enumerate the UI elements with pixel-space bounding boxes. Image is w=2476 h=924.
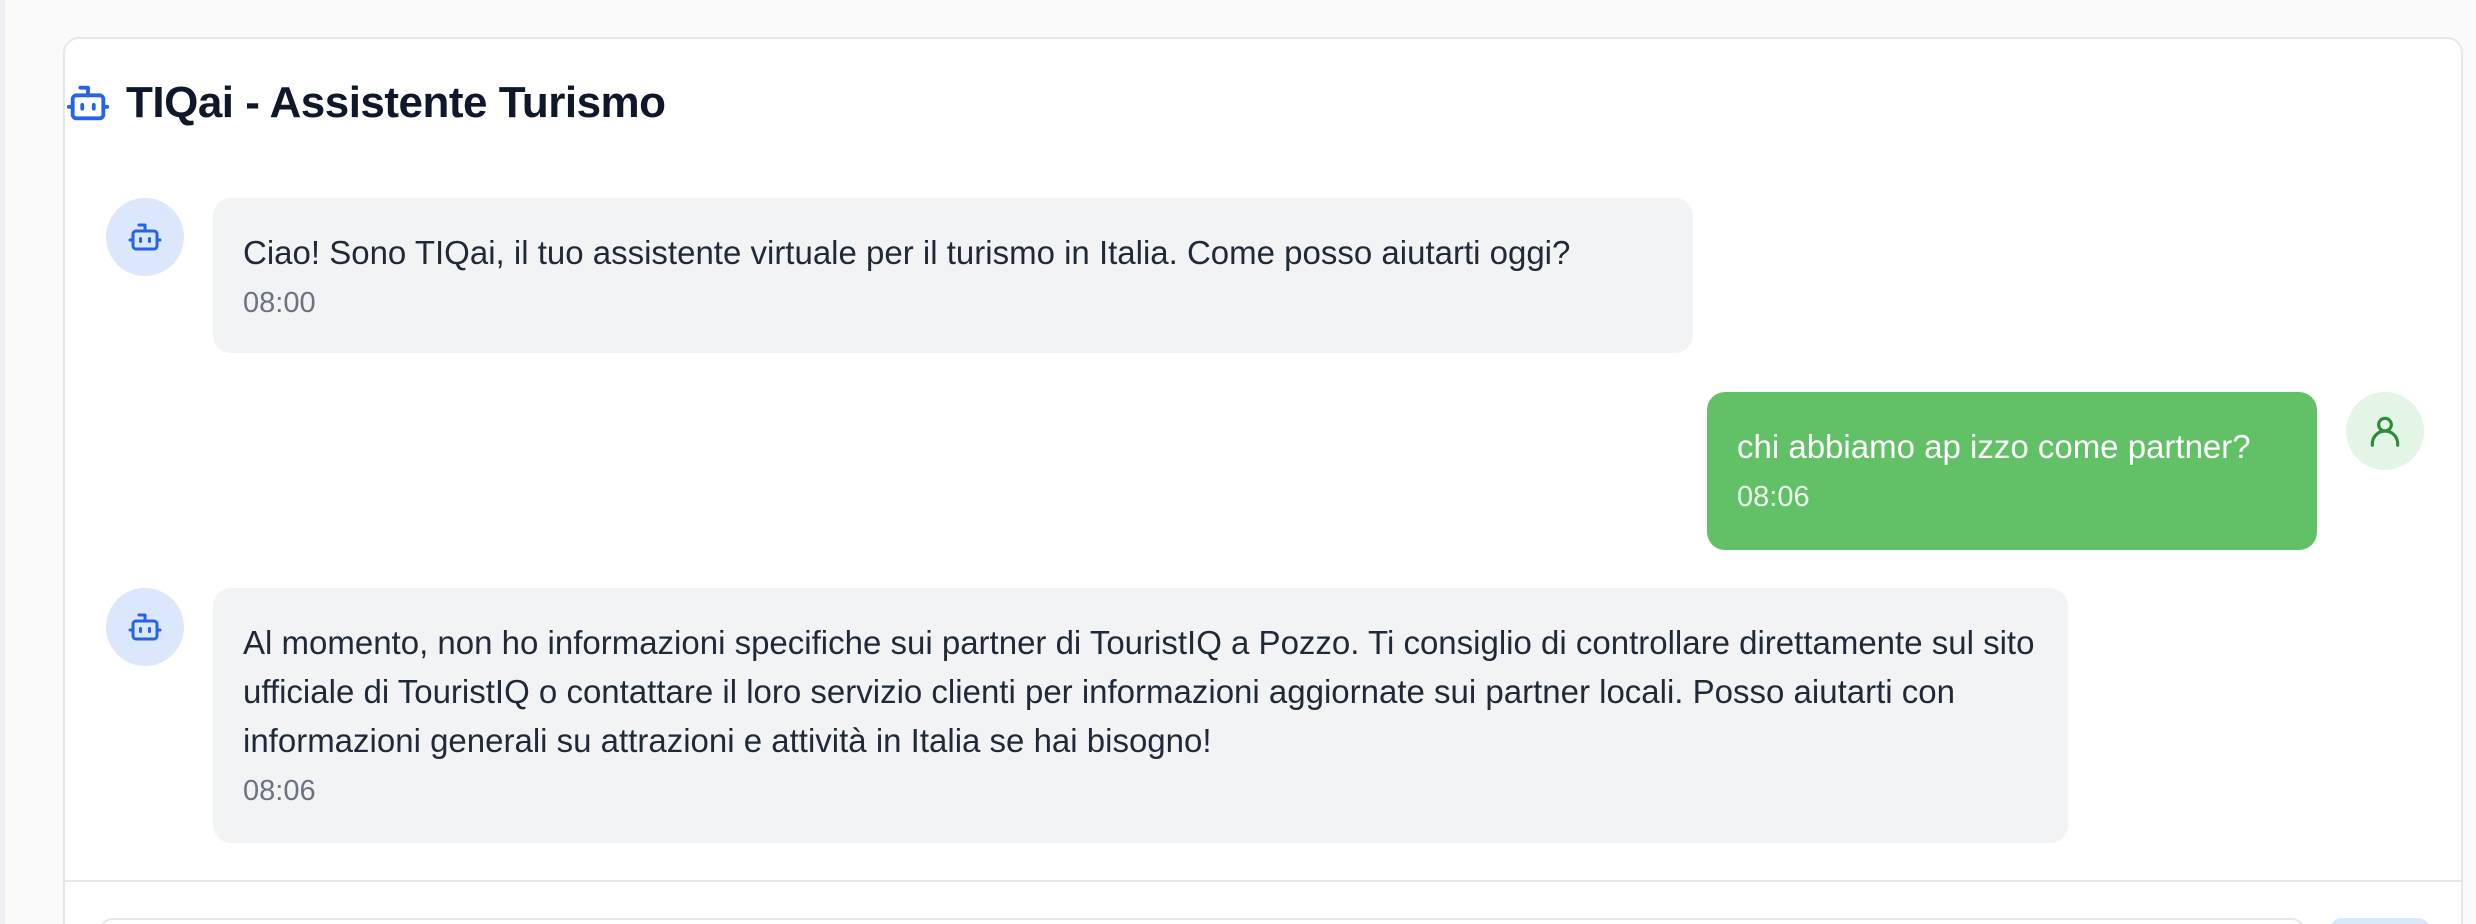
user-icon: [2370, 416, 2400, 447]
message-timestamp: 08:06: [1737, 481, 1810, 513]
message-timestamp: 08:00: [243, 287, 316, 319]
bot-avatar: [106, 588, 184, 666]
message-bubble-user: chi abbiamo ap izzo come partner? 08:06: [1707, 392, 2317, 550]
bot-avatar: [106, 198, 184, 276]
bot-icon: [128, 223, 162, 251]
page: TIQai - Assistente Turismo Ciao! Sono TI…: [0, 0, 2476, 924]
message-text: Ciao! Sono TIQai, il tuo assistente virt…: [243, 234, 1571, 271]
message-timestamp: 08:06: [243, 775, 316, 807]
bot-icon: [128, 613, 162, 641]
message-input[interactable]: [100, 918, 2304, 924]
send-button[interactable]: [2330, 918, 2430, 924]
message-bubble-bot: Ciao! Sono TIQai, il tuo assistente virt…: [213, 198, 1693, 353]
message-row-bot: [106, 198, 184, 276]
chat-title: TIQai - Assistente Turismo: [126, 78, 666, 127]
chat-header: TIQai - Assistente Turismo: [62, 70, 666, 136]
message-bubble-bot: Al momento, non ho informazioni specific…: [213, 588, 2068, 843]
message-row-user: [2346, 392, 2424, 470]
footer-divider: [63, 880, 2463, 882]
bot-icon: [62, 77, 114, 129]
message-row-bot: [106, 588, 184, 666]
message-text: Al momento, non ho informazioni specific…: [243, 624, 2035, 759]
left-border: [0, 0, 5, 924]
user-avatar: [2346, 392, 2424, 470]
message-text: chi abbiamo ap izzo come partner?: [1737, 428, 2251, 465]
